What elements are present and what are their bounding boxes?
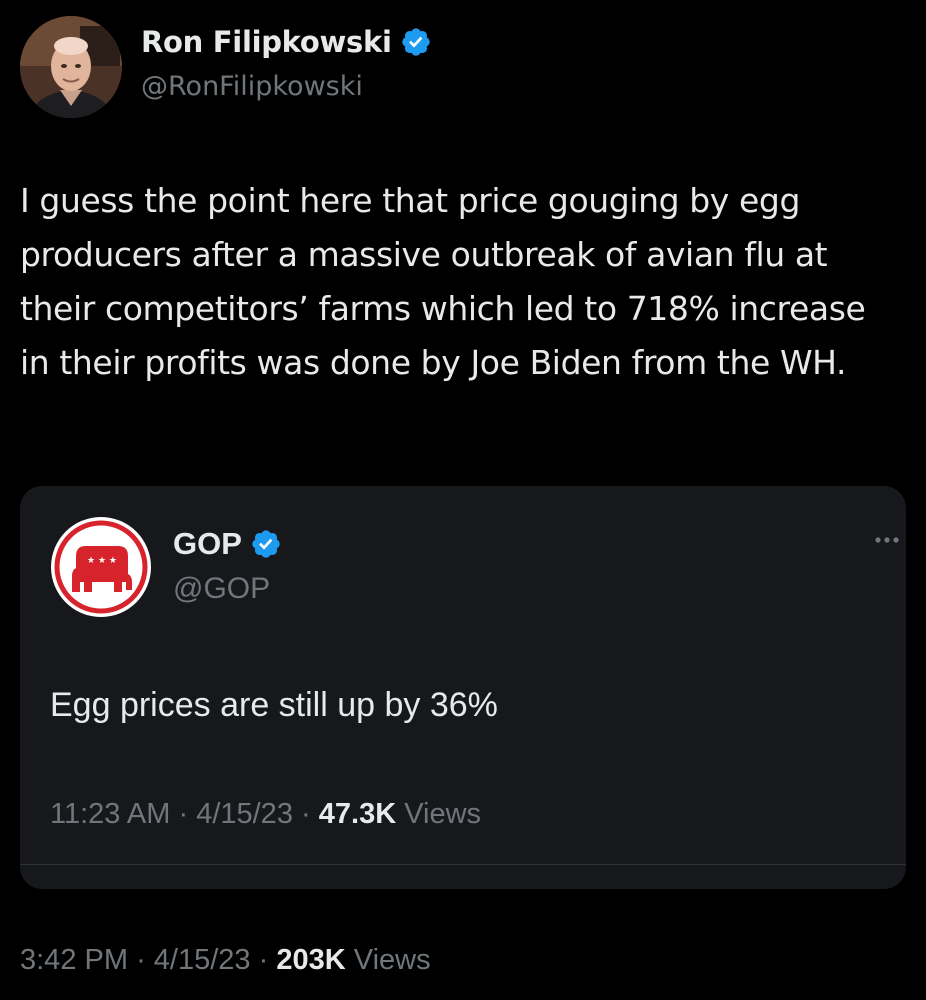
quoted-author-handle[interactable]: @GOP <box>173 572 270 606</box>
author-handle[interactable]: @RonFilipkowski <box>141 71 363 102</box>
quoted-tweet-card[interactable]: ★ ★ ★ GOP @GOP Egg prices are still up b… <box>20 486 906 889</box>
author-name-row: Ron Filipkowski <box>141 25 432 59</box>
author-name[interactable]: Ron Filipkowski <box>141 25 392 59</box>
meta-separator: · <box>301 798 311 830</box>
verified-badge-icon <box>252 530 280 558</box>
gop-elephant-logo-icon: ★ ★ ★ <box>51 517 151 617</box>
tweet-views-label: Views <box>353 944 431 976</box>
quoted-author-name-row: GOP <box>173 526 282 562</box>
person-portrait-avatar-icon <box>20 16 122 118</box>
more-options-icon[interactable] <box>874 534 900 546</box>
quoted-tweet-views-label: Views <box>404 798 482 830</box>
tweet-meta: 3:42 PM · 4/15/23 · 203K Views <box>20 944 431 977</box>
svg-text:★ ★ ★: ★ ★ ★ <box>87 556 117 566</box>
quoted-tweet-date[interactable]: 4/15/23 <box>196 798 293 830</box>
tweet-views-count: 203K <box>276 944 346 976</box>
author-avatar[interactable] <box>20 16 122 118</box>
quoted-tweet-divider <box>20 864 906 865</box>
tweet-date[interactable]: 4/15/23 <box>154 944 251 976</box>
meta-separator: · <box>178 798 189 830</box>
quoted-tweet-time[interactable]: 11:23 AM <box>50 798 170 830</box>
tweet-time[interactable]: 3:42 PM <box>20 944 128 976</box>
quoted-author-avatar[interactable]: ★ ★ ★ <box>50 516 152 618</box>
quoted-tweet-views-count: 47.3K <box>318 798 397 830</box>
quoted-author-name[interactable]: GOP <box>173 526 242 562</box>
quoted-tweet-text: Egg prices are still up by 36% <box>50 686 498 724</box>
verified-badge-icon <box>401 28 430 56</box>
quoted-tweet-meta: 11:23 AM · 4/15/23 · 47.3K Views <box>50 798 481 831</box>
meta-separator: · <box>258 944 269 976</box>
tweet-text: I guess the point here that price gougin… <box>20 181 866 382</box>
meta-separator: · <box>136 944 146 976</box>
